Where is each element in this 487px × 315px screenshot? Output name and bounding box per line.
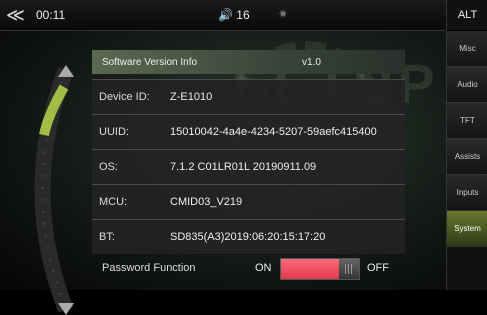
sidebar-item-system[interactable]: System <box>447 211 487 247</box>
version-label: v1.0 <box>302 57 321 68</box>
toggle-on-label: ON <box>255 262 272 274</box>
info-row-mcu: MCU: CMID03_V219 <box>92 184 405 220</box>
row-value: CMID03_V219 <box>170 196 243 208</box>
toggle-off-label: OFF <box>367 262 389 274</box>
password-label: Password Function <box>102 262 196 274</box>
password-toggle[interactable] <box>280 258 360 280</box>
settings-sidebar: Misc Audio TFT Assists Inputs System <box>446 31 487 290</box>
row-value: 15010042-4a4e-4234-5207-59aefc415400 <box>170 126 377 138</box>
clock: 00:11 <box>36 8 66 22</box>
info-row-device-id: Device ID: Z-E1010 <box>92 79 405 115</box>
row-label: Device ID: <box>99 91 150 103</box>
row-value: Z-E1010 <box>170 91 213 103</box>
back-arrow-icon[interactable]: ≪ <box>6 6 36 24</box>
info-row-os: OS: 7.1.2 C01LR01L 20190911.09 <box>92 149 405 185</box>
row-value: SD835(A3)2019:06:20:15:17:20 <box>170 231 326 243</box>
row-label: OS: <box>99 161 118 173</box>
bluetooth-icon: ✷ <box>278 7 289 21</box>
status-bar: ≪ 00:11 🔊 16 ✷ <box>0 0 446 31</box>
toggle-knob[interactable] <box>339 259 359 279</box>
sidebar-item-assists[interactable]: Assists <box>447 139 487 175</box>
info-row-uuid: UUID: 15010042-4a4e-4234-5207-59aefc4154… <box>92 114 405 150</box>
sidebar-item-inputs[interactable]: Inputs <box>447 175 487 211</box>
row-label: UUID: <box>99 126 129 138</box>
row-value: 7.1.2 C01LR01L 20190911.09 <box>170 161 317 173</box>
sidebar-item-audio[interactable]: Audio <box>447 67 487 103</box>
info-row-bt: BT: SD835(A3)2019:06:20:15:17:20 <box>92 219 405 255</box>
volume-icon: 🔊 <box>218 8 233 22</box>
row-label: MCU: <box>99 196 128 208</box>
sidebar-item-misc[interactable]: Misc <box>447 31 487 67</box>
alt-button[interactable]: ALT <box>446 0 487 30</box>
volume-arc-slider[interactable] <box>14 65 78 315</box>
volume-level: 16 <box>236 8 250 22</box>
section-header: Software Version Info v1.0 <box>92 50 405 74</box>
sidebar-item-tft[interactable]: TFT <box>447 103 487 139</box>
row-label: BT: <box>99 231 115 243</box>
password-function-row: Password Function ON OFF <box>92 256 405 280</box>
section-title: Software Version Info <box>102 57 198 68</box>
volume-indicator[interactable]: 🔊 16 <box>218 8 250 22</box>
